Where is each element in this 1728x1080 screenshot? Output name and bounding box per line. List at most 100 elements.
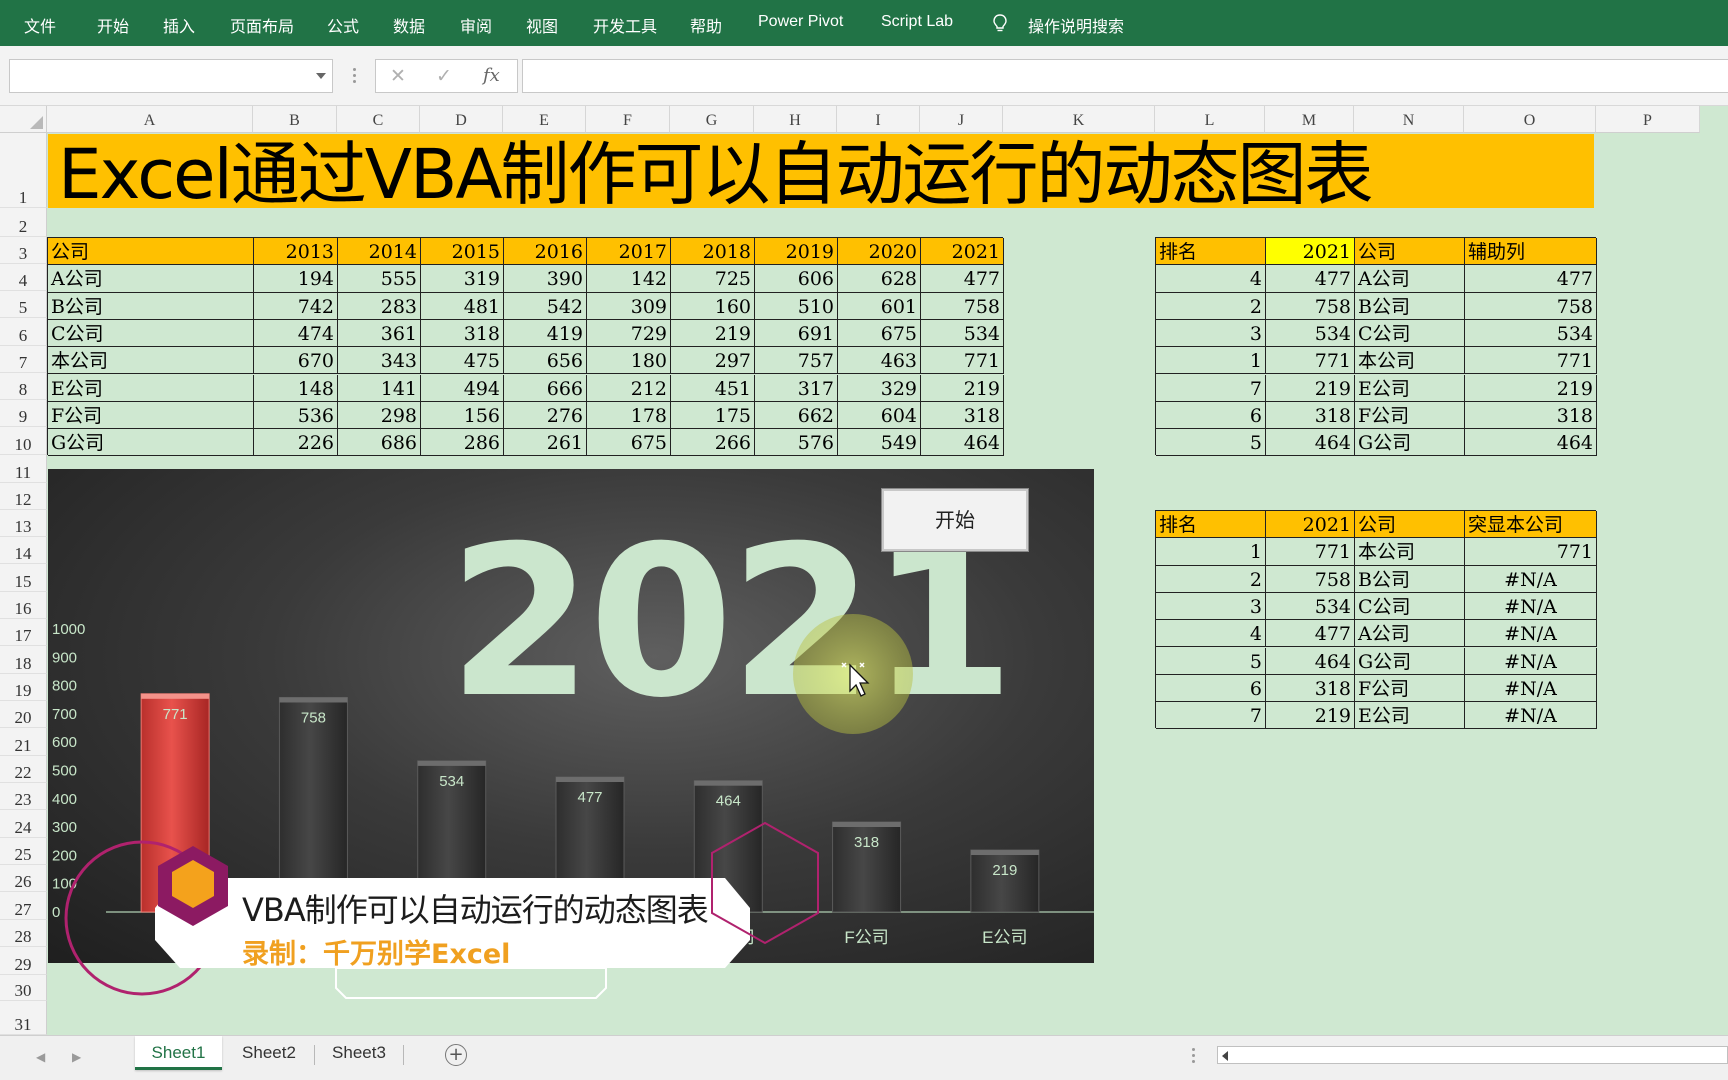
row-header-16[interactable]: 16: [0, 592, 47, 619]
table-cell[interactable]: 758: [1465, 292, 1597, 320]
table-cell[interactable]: 481: [421, 292, 504, 320]
table-cell[interactable]: #N/A: [1465, 592, 1597, 621]
row-header-25[interactable]: 25: [0, 838, 47, 865]
table-cell[interactable]: 318: [1465, 401, 1597, 430]
table-cell[interactable]: 464: [1266, 429, 1355, 457]
table-cell[interactable]: 266: [671, 429, 755, 457]
column-header-o[interactable]: O: [1464, 106, 1596, 133]
sheet-tab-1[interactable]: Sheet1: [135, 1036, 222, 1070]
table-header-cell[interactable]: 排名: [1156, 238, 1266, 266]
table-cell[interactable]: F公司: [1355, 674, 1465, 703]
column-header-b[interactable]: B: [253, 106, 337, 133]
table-cell[interactable]: 178: [587, 401, 671, 430]
table-cell[interactable]: 686: [338, 429, 421, 457]
row-header-15[interactable]: 15: [0, 564, 47, 592]
table-cell[interactable]: 477: [1266, 265, 1355, 293]
table-cell[interactable]: 675: [587, 429, 671, 457]
table-cell[interactable]: 771: [1266, 347, 1355, 375]
table-cell[interactable]: 464: [921, 429, 1004, 457]
table-cell[interactable]: 329: [838, 374, 921, 402]
row-header-11[interactable]: 11: [0, 455, 47, 483]
table-cell[interactable]: 本公司: [1355, 538, 1465, 566]
table-cell[interactable]: E公司: [1355, 702, 1465, 730]
column-header-l[interactable]: L: [1155, 106, 1265, 133]
tab-view[interactable]: 视图: [526, 13, 558, 37]
column-header-a[interactable]: A: [47, 106, 253, 133]
table-cell[interactable]: 675: [838, 319, 921, 348]
table-cell[interactable]: 5: [1156, 429, 1266, 457]
row-header-12[interactable]: 12: [0, 483, 47, 510]
column-header-i[interactable]: I: [837, 106, 920, 133]
table-cell[interactable]: 219: [1266, 702, 1355, 730]
table-cell[interactable]: 194: [254, 265, 338, 293]
sheet-title-cell[interactable]: Excel通过VBA制作可以自动运行的动态图表: [48, 134, 1594, 208]
tab-page-layout[interactable]: 页面布局: [230, 13, 294, 37]
table-cell[interactable]: 219: [921, 374, 1004, 402]
table-cell[interactable]: 148: [254, 374, 338, 402]
table-cell[interactable]: 141: [338, 374, 421, 402]
table-cell[interactable]: 156: [421, 401, 504, 430]
table-cell[interactable]: 771: [921, 347, 1004, 375]
table-cell[interactable]: 464: [1465, 429, 1597, 457]
add-sheet-icon[interactable]: +: [445, 1044, 467, 1066]
table-cell[interactable]: B公司: [1355, 565, 1465, 593]
column-header-k[interactable]: K: [1003, 106, 1155, 133]
table-cell[interactable]: 666: [504, 374, 587, 402]
table-cell[interactable]: 477: [1266, 620, 1355, 648]
table-cell[interactable]: 1: [1156, 538, 1266, 566]
table-cell[interactable]: 317: [755, 374, 838, 402]
row-header-21[interactable]: 21: [0, 728, 47, 756]
sheet-tab-3[interactable]: Sheet3: [316, 1036, 402, 1070]
table-cell[interactable]: 534: [1266, 592, 1355, 621]
row-header-9[interactable]: 9: [0, 400, 47, 427]
table-header-cell[interactable]: 辅助列: [1465, 238, 1597, 266]
table-cell[interactable]: 226: [254, 429, 338, 457]
table-cell[interactable]: 662: [755, 401, 838, 430]
table-cell[interactable]: E公司: [1355, 374, 1465, 402]
table-cell[interactable]: 463: [838, 347, 921, 375]
table-cell[interactable]: 2: [1156, 292, 1266, 320]
table-cell[interactable]: 390: [504, 265, 587, 293]
scroll-left-icon[interactable]: [1222, 1051, 1228, 1061]
table-cell[interactable]: 477: [1465, 265, 1597, 293]
table-cell[interactable]: F公司: [48, 401, 254, 430]
row-header-6[interactable]: 6: [0, 318, 47, 346]
column-header-c[interactable]: C: [337, 106, 420, 133]
table-cell[interactable]: 670: [254, 347, 338, 375]
table-cell[interactable]: 549: [838, 429, 921, 457]
table-cell[interactable]: #N/A: [1465, 620, 1597, 648]
table-cell[interactable]: F公司: [1355, 401, 1465, 430]
table-cell[interactable]: 510: [755, 292, 838, 320]
table-cell[interactable]: A公司: [48, 265, 254, 293]
table-cell[interactable]: 606: [755, 265, 838, 293]
row-header-31[interactable]: 31: [0, 1001, 47, 1035]
row-header-7[interactable]: 7: [0, 346, 47, 373]
row-header-22[interactable]: 22: [0, 756, 47, 783]
table-cell[interactable]: 628: [838, 265, 921, 293]
table-cell[interactable]: 477: [921, 265, 1004, 293]
row-header-2[interactable]: 2: [0, 208, 47, 237]
table-cell[interactable]: 604: [838, 401, 921, 430]
formula-input[interactable]: [522, 59, 1728, 93]
row-header-19[interactable]: 19: [0, 674, 47, 701]
table-cell[interactable]: 180: [587, 347, 671, 375]
table-cell[interactable]: 286: [421, 429, 504, 457]
column-header-g[interactable]: G: [670, 106, 754, 133]
table-cell[interactable]: 2: [1156, 565, 1266, 593]
table-cell[interactable]: 742: [254, 292, 338, 320]
table-cell[interactable]: 4: [1156, 265, 1266, 293]
table-cell[interactable]: 212: [587, 374, 671, 402]
row-header-14[interactable]: 14: [0, 537, 47, 564]
table-cell[interactable]: 4: [1156, 620, 1266, 648]
table-cell[interactable]: 318: [1266, 674, 1355, 703]
table-cell[interactable]: 419: [504, 319, 587, 348]
table-header-cell[interactable]: 2020: [838, 238, 921, 266]
table-header-cell[interactable]: 2019: [755, 238, 838, 266]
table-cell[interactable]: 343: [338, 347, 421, 375]
table-cell[interactable]: 494: [421, 374, 504, 402]
row-header-3[interactable]: 3: [0, 237, 47, 264]
next-sheet-icon[interactable]: ▶: [72, 1050, 81, 1064]
column-header-h[interactable]: H: [754, 106, 837, 133]
column-header-m[interactable]: M: [1265, 106, 1354, 133]
drag-handle-icon[interactable]: [353, 68, 356, 84]
